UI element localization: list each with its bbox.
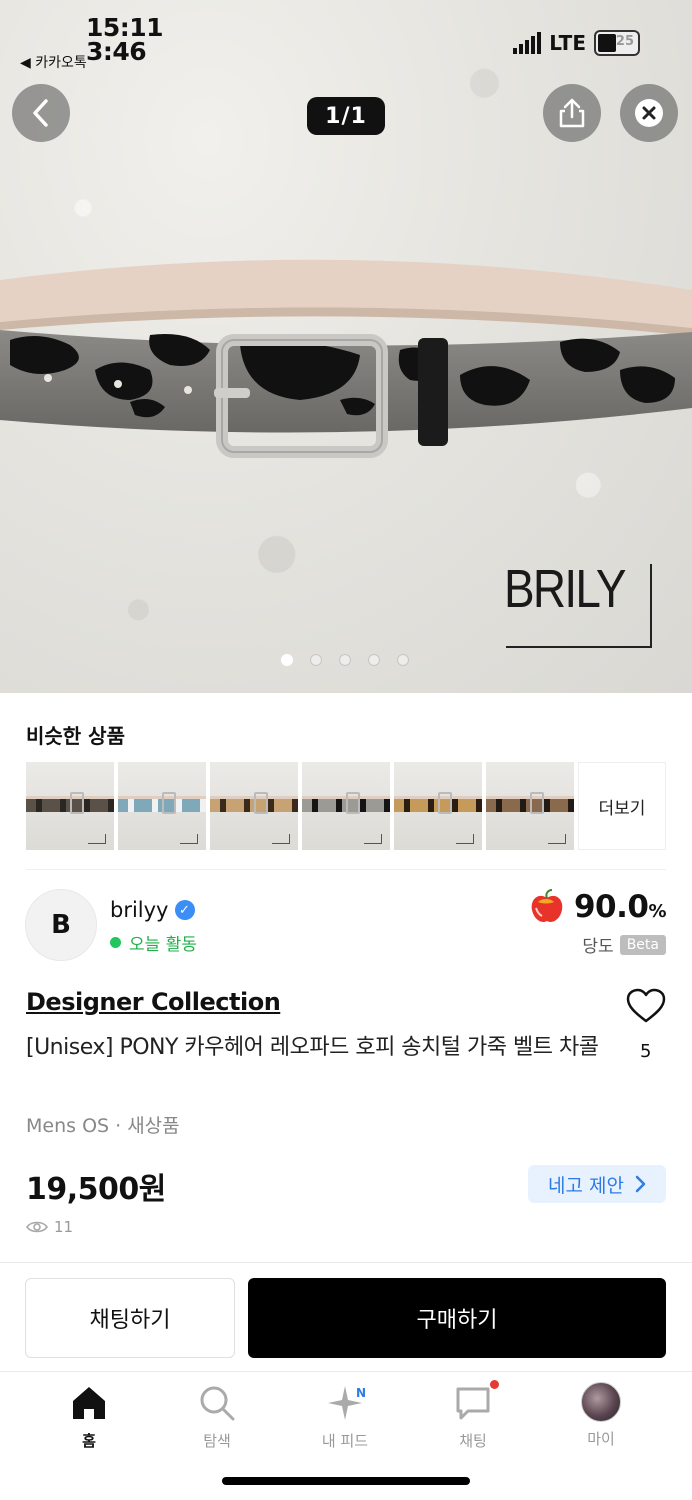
like-count: 5 (640, 1041, 652, 1062)
search-icon (200, 1386, 235, 1421)
product-image-gallery[interactable]: 15:11 3:46 ◀ 카카오톡 LTE 25 1/1 BRILY (0, 0, 692, 693)
tab-search[interactable]: 탐색 (172, 1382, 262, 1451)
image-pager: 1/1 (307, 97, 385, 135)
online-dot-icon (110, 937, 121, 948)
tab-home[interactable]: 홈 (44, 1382, 134, 1451)
collection-link[interactable]: Designer Collection (26, 988, 281, 1016)
similar-products-list: 더보기 (26, 762, 666, 850)
divider (0, 1262, 692, 1263)
buy-button[interactable]: 구매하기 (248, 1278, 666, 1358)
similar-product-thumbnail[interactable] (118, 762, 206, 850)
tab-chat[interactable]: 채팅 (428, 1380, 518, 1451)
home-icon (73, 1387, 105, 1419)
heart-icon[interactable] (626, 988, 666, 1024)
seller-name-row[interactable]: brilyy ✓ (110, 898, 195, 922)
view-count-value: 11 (54, 1218, 74, 1236)
feed-new-badge: N (356, 1386, 367, 1400)
more-similar-button[interactable]: 더보기 (578, 762, 666, 850)
chat-button[interactable]: 채팅하기 (25, 1278, 235, 1358)
chevron-right-icon (635, 1175, 646, 1193)
profile-avatar (581, 1382, 621, 1422)
product-price: 19,500원 (26, 1172, 166, 1207)
status-icons: LTE 25 (513, 30, 640, 56)
similar-product-thumbnail[interactable] (486, 762, 574, 850)
divider (0, 1371, 692, 1372)
back-button[interactable] (12, 84, 70, 142)
product-meta: Mens OS · 새상품 (26, 1115, 180, 1137)
apple-icon (531, 889, 563, 922)
tab-chat-label: 채팅 (459, 1432, 487, 1450)
view-count: 11 (26, 1218, 73, 1236)
similar-product-thumbnail[interactable] (26, 762, 114, 850)
sweetness-value: 90.0% (573, 889, 667, 925)
carousel-dot (281, 654, 293, 666)
brand-watermark: BRILY (502, 558, 652, 650)
battery-icon: 25 (594, 30, 640, 56)
carousel-dot (339, 654, 351, 666)
similar-product-thumbnail[interactable] (394, 762, 482, 850)
eye-icon (26, 1221, 48, 1233)
belt-image (0, 259, 692, 458)
price-offer-button[interactable]: 네고 제안 (528, 1165, 666, 1203)
close-icon (635, 99, 663, 127)
close-button[interactable] (620, 84, 678, 142)
share-icon (559, 98, 585, 128)
similar-products-title: 비슷한 상품 (26, 724, 125, 748)
product-title: [Unisex] PONY 카우헤어 레오파드 호피 송치털 가죽 벨트 차콜 (26, 1035, 599, 1060)
seller-avatar[interactable]: B (25, 889, 97, 961)
seller-activity-label: 오늘 활동 (129, 935, 197, 955)
chat-bubble-icon (456, 1387, 490, 1420)
chevron-left-icon (33, 99, 48, 127)
home-indicator (222, 1477, 470, 1485)
divider (26, 869, 666, 870)
share-button[interactable] (543, 84, 601, 142)
carousel-dots (281, 654, 409, 666)
carousel-dot (397, 654, 409, 666)
carousel-dot (368, 654, 380, 666)
sweetness-score: 90.0% (528, 888, 666, 926)
unread-dot (490, 1380, 499, 1389)
network-label: LTE (549, 31, 586, 55)
status-time: 15:11 3:46 (86, 13, 164, 66)
tab-search-label: 탐색 (203, 1432, 231, 1450)
seller-activity: 오늘 활동 (110, 930, 197, 955)
back-to-app-link[interactable]: ◀ 카카오톡 (20, 52, 87, 72)
price-offer-label: 네고 제안 (548, 1174, 624, 1197)
tab-my-label: 마이 (587, 1430, 615, 1448)
tab-home-label: 홈 (82, 1432, 96, 1450)
seller-avatar-letter: B (51, 910, 71, 940)
similar-product-thumbnail[interactable] (210, 762, 298, 850)
carousel-dot (310, 654, 322, 666)
tab-feed-label: 내 피드 (321, 1432, 369, 1450)
tab-my[interactable]: 마이 (556, 1382, 646, 1449)
seller-name: brilyy (110, 898, 169, 922)
similar-product-thumbnail[interactable] (302, 762, 390, 850)
sweetness-label-row: 당도 Beta (582, 932, 666, 957)
sweetness-label: 당도 (582, 937, 614, 957)
tab-feed[interactable]: N 내 피드 (300, 1382, 390, 1451)
beta-badge: Beta (619, 934, 666, 955)
verified-badge-icon: ✓ (174, 900, 195, 920)
signal-icon (513, 32, 542, 54)
